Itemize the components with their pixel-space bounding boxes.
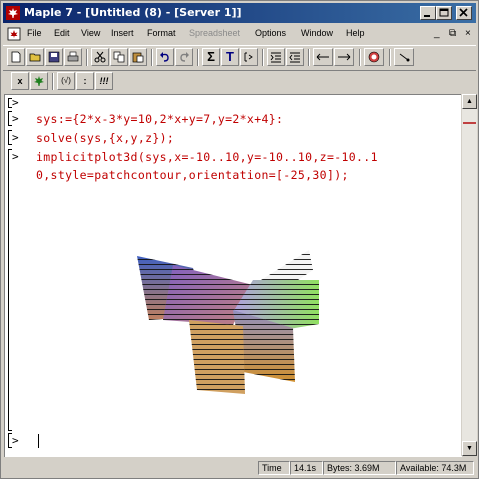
- menu-window[interactable]: Window: [301, 28, 333, 38]
- prompt: >: [12, 112, 19, 125]
- toolbar-separator: [151, 49, 153, 66]
- paste-button[interactable]: [129, 48, 147, 66]
- scroll-marker: [463, 122, 476, 124]
- prompt: >: [12, 434, 19, 447]
- scroll-up-button[interactable]: ▲: [462, 94, 477, 109]
- prompt: >: [12, 131, 19, 144]
- text-cursor: [38, 434, 39, 448]
- printer-icon: [67, 51, 79, 62]
- main-toolbar: Σ T: [3, 45, 476, 71]
- save-button[interactable]: [45, 48, 63, 66]
- menu-insert[interactable]: Insert: [111, 28, 134, 38]
- toolbar-separator: [86, 49, 88, 66]
- scroll-down-button[interactable]: ▼: [462, 441, 477, 456]
- insert-prompt-button[interactable]: [240, 48, 258, 66]
- menu-edit[interactable]: Edit: [54, 28, 70, 38]
- outdent-button[interactable]: [286, 48, 304, 66]
- stop-circle-icon: [368, 51, 380, 63]
- toolbar-separator: [359, 49, 361, 66]
- indent-icon: [270, 52, 281, 63]
- context-x-button[interactable]: x: [11, 72, 29, 90]
- copy-icon: [113, 51, 125, 63]
- document-menu-icon[interactable]: [7, 27, 21, 41]
- input-line-3[interactable]: implicitplot3d(sys,x=-10..10,y=-10..10,z…: [36, 150, 378, 164]
- open-button[interactable]: [26, 48, 44, 66]
- maximize-button[interactable]: [436, 6, 452, 20]
- surface-bottom-left: [189, 320, 245, 394]
- close-button[interactable]: [456, 6, 472, 20]
- implicitplot3d-output[interactable]: [133, 250, 323, 400]
- print-button[interactable]: [64, 48, 82, 66]
- new-document-icon: [11, 51, 21, 63]
- worksheet[interactable]: > > sys:={2*x-3*y=10,2*x+y=7,y=2*x+4}: >…: [4, 94, 462, 457]
- stop-button[interactable]: [364, 48, 384, 66]
- menu-bar: File Edit View Insert Format Spreadsheet…: [3, 25, 476, 43]
- menu-spreadsheet[interactable]: Spreadsheet: [189, 28, 240, 38]
- minimize-button[interactable]: [420, 6, 436, 20]
- menu-help[interactable]: Help: [346, 28, 365, 38]
- undo-arrow-icon: [160, 52, 169, 62]
- context-sqrt-button[interactable]: (√): [57, 72, 75, 90]
- menu-options[interactable]: Options: [255, 28, 286, 38]
- undo-button[interactable]: [156, 48, 174, 66]
- arrow-right-icon: [338, 53, 351, 61]
- restart-icon: [399, 53, 410, 62]
- restart-button[interactable]: [394, 48, 414, 66]
- prompt: >: [12, 96, 19, 109]
- input-line-4[interactable]: 0,style=patchcontour,orientation=[-25,30…: [36, 168, 349, 182]
- mdi-minimize-button[interactable]: _: [434, 28, 440, 39]
- menu-view[interactable]: View: [81, 28, 100, 38]
- paste-clipboard-icon: [132, 52, 144, 63]
- redo-button[interactable]: [175, 48, 193, 66]
- status-bar: Time 14.1s Bytes: 3.69M Available: 74.3M: [3, 459, 476, 476]
- menu-file[interactable]: File: [27, 28, 42, 38]
- menu-format[interactable]: Format: [147, 28, 176, 38]
- copy-button[interactable]: [110, 48, 128, 66]
- group-bracket: [8, 149, 12, 431]
- new-button[interactable]: [7, 48, 25, 66]
- cut-button[interactable]: [91, 48, 109, 66]
- time-label: Time: [258, 461, 290, 475]
- close-icon: [459, 8, 468, 17]
- prompt-icon: [244, 52, 253, 62]
- back-button[interactable]: [313, 48, 333, 66]
- available-readout: Available: 74.3M: [396, 461, 474, 475]
- context-colon-button[interactable]: :: [76, 72, 94, 90]
- maximize-icon: [439, 8, 449, 17]
- window-title: Maple 7 - [Untitled (8) - [Server 1]]: [24, 6, 242, 19]
- minimize-icon: [424, 15, 430, 17]
- toolbar-separator: [52, 73, 54, 90]
- maple-window: Maple 7 - [Untitled (8) - [Server 1]] Fi…: [0, 0, 479, 479]
- maple-leaf-icon[interactable]: [6, 6, 20, 20]
- execute-all-button[interactable]: !!!: [95, 72, 113, 90]
- context-toolbar: x (√) : !!!: [3, 70, 476, 92]
- title-bar[interactable]: Maple 7 - [Untitled (8) - [Server 1]]: [3, 3, 476, 23]
- mdi-restore-button[interactable]: ⧉: [449, 28, 456, 39]
- maple-leaf-icon: [34, 76, 44, 86]
- scissors-icon: [94, 51, 106, 63]
- bytes-readout: Bytes: 3.69M: [323, 461, 396, 475]
- arrow-left-icon: [316, 53, 329, 61]
- mdi-close-button[interactable]: ×: [465, 28, 471, 39]
- redo-arrow-icon: [180, 52, 189, 62]
- indent-button[interactable]: [267, 48, 285, 66]
- vertical-scrollbar[interactable]: ▲ ▼: [461, 94, 477, 456]
- save-disk-icon: [48, 51, 60, 63]
- text-input-button[interactable]: T: [221, 48, 239, 66]
- input-line-2[interactable]: solve(sys,{x,y,z});: [36, 131, 174, 145]
- open-folder-icon: [29, 53, 41, 62]
- maple-leaf-button[interactable]: [30, 72, 48, 90]
- toolbar-separator: [262, 49, 264, 66]
- toolbar-separator: [389, 49, 391, 66]
- forward-button[interactable]: [334, 48, 354, 66]
- time-value: 14.1s: [290, 461, 323, 475]
- outdent-icon: [289, 52, 300, 63]
- prompt: >: [12, 150, 19, 163]
- toolbar-separator: [308, 49, 310, 66]
- toolbar-separator: [197, 49, 199, 66]
- math-input-button[interactable]: Σ: [202, 48, 220, 66]
- input-line-1[interactable]: sys:={2*x-3*y=10,2*x+y=7,y=2*x+4}:: [36, 112, 283, 126]
